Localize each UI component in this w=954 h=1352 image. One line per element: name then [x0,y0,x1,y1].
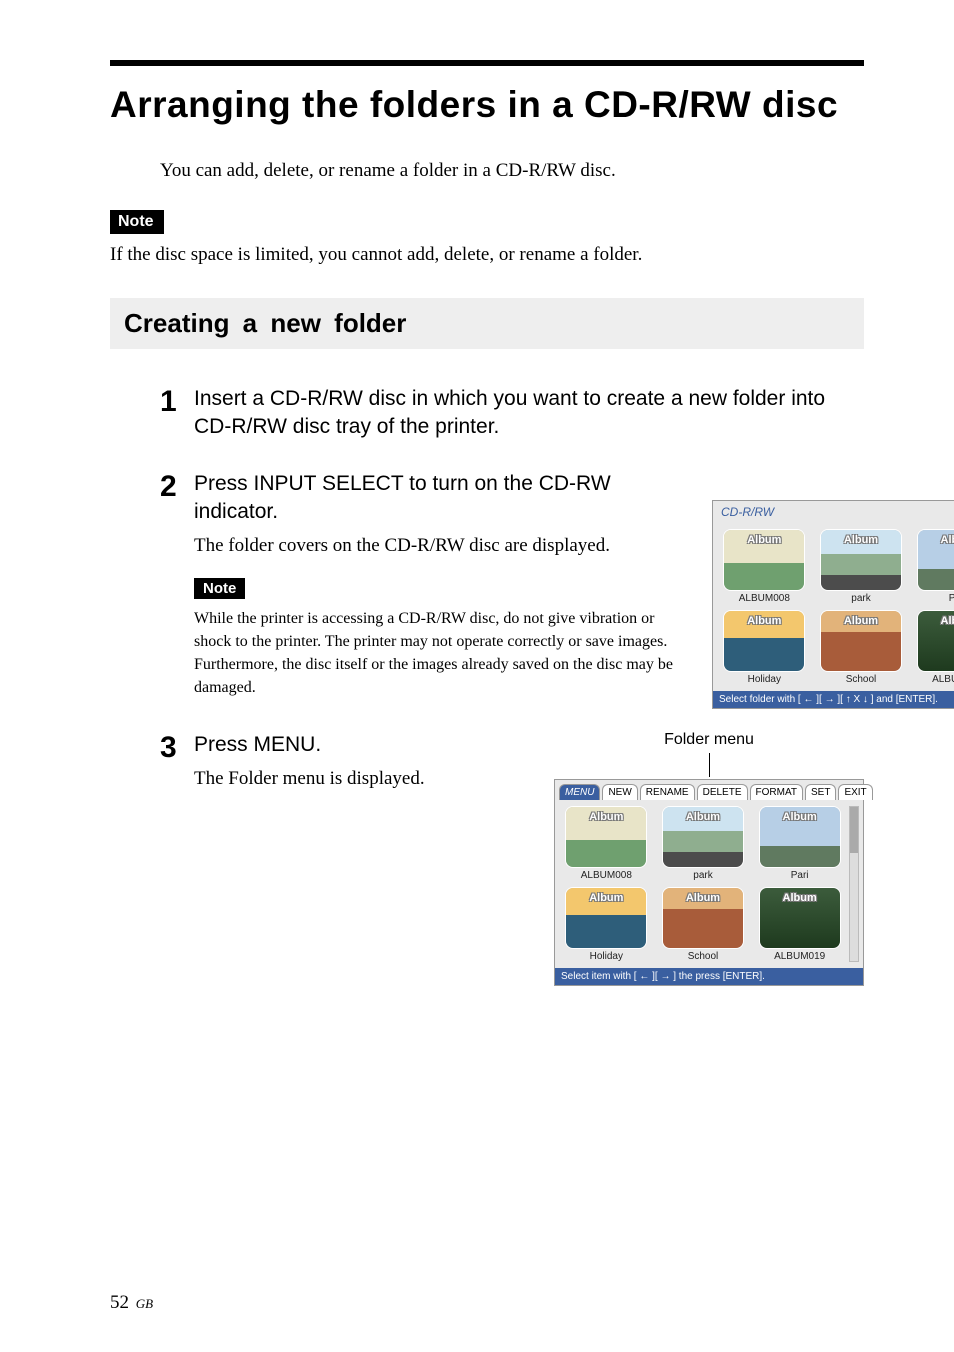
scrollbar[interactable] [849,806,859,962]
screenshot-hint: Select folder with [ ← ][ → ][ ↑ X ↓ ] a… [713,691,954,708]
folder-item[interactable]: Album Holiday [561,887,652,962]
folder-caption: School [658,949,749,962]
tab-exit[interactable]: EXIT [838,784,872,800]
folder-thumbnail: Album [662,806,744,868]
step-lead: Press MENU. [194,731,534,759]
tab-set[interactable]: SET [805,784,836,800]
section-heading: Creating a new folder [110,298,864,349]
step-body: Press INPUT SELECT to turn on the CD-RW … [194,470,954,709]
screenshot-col: CD-R/RW Album ALBUM008 Album park [712,470,954,709]
album-overlay: Album [821,615,901,627]
tab-menu[interactable]: MENU [559,784,600,800]
folder-item[interactable]: Album Pari [754,806,845,881]
folder-caption: ALBUM019 [754,949,845,962]
step-follow: The Folder menu is displayed. [194,765,534,793]
folder-menu-screenshot: MENU NEW RENAME DELETE FORMAT SET EXIT A… [554,779,864,986]
step-2: 2 Press INPUT SELECT to turn on the CD-R… [160,470,864,709]
album-overlay: Album [663,811,743,823]
folder-thumbnail: Album [917,529,954,591]
album-overlay: Album [821,534,901,546]
folder-thumbnail: Album [759,887,841,949]
folder-thumbnail: Album [917,610,954,672]
step-1: 1 Insert a CD-R/RW disc in which you wan… [160,385,864,448]
folder-item[interactable]: Album ALBUM019 [912,610,954,685]
folder-item[interactable]: Album ALBUM008 [561,806,652,881]
album-overlay: Album [760,811,840,823]
album-overlay: Album [663,892,743,904]
folder-item[interactable]: Album School [658,887,749,962]
note-label: Note [110,210,164,234]
album-overlay: Album [918,534,954,546]
page-title: Arranging the folders in a CD-R/RW disc [110,84,864,126]
step-text-col: Press MENU. The Folder menu is displayed… [194,731,534,793]
page: Arranging the folders in a CD-R/RW disc … [0,0,954,1352]
step-number: 1 [160,385,194,448]
note-text: While the printer is accessing a CD-R/RW… [194,607,694,700]
menu-tabs: MENU NEW RENAME DELETE FORMAT SET EXIT [555,780,863,800]
screenshot-col: Folder menu MENU NEW RENAME DELETE FORMA… [552,731,864,986]
folder-caption: park [658,868,749,881]
tab-rename[interactable]: RENAME [640,784,695,800]
folder-thumbnail: Album [820,610,902,672]
folder-item[interactable]: Album ALBUM008 [719,529,810,604]
folder-caption: park [816,591,907,604]
album-overlay: Album [566,811,646,823]
media-label: CD-R/RW [721,505,954,519]
page-number: 52 GB [110,1292,153,1314]
folder-caption: Holiday [561,949,652,962]
folder-thumbnail: Album [723,610,805,672]
folder-caption: ALBUM008 [561,868,652,881]
folder-caption: Holiday [719,672,810,685]
screenshot-hint: Select item with [ ← ][ → ] the press [E… [555,968,863,985]
top-rule [110,60,864,66]
step-number: 3 [160,731,194,986]
folder-item[interactable]: Album Pari [912,529,954,604]
intro-text: You can add, delete, or rename a folder … [160,160,864,182]
step-body: Press MENU. The Folder menu is displayed… [194,731,864,986]
pointer-line [554,753,864,777]
album-overlay: Album [566,892,646,904]
step-number: 2 [160,470,194,709]
folder-thumbnail: Album [565,806,647,868]
album-overlay: Album [724,534,804,546]
folder-caption: Pari [754,868,845,881]
folder-thumbnail: Album [662,887,744,949]
folder-thumbnail: Album [820,529,902,591]
folder-item[interactable]: Album ALBUM019 [754,887,845,962]
step-3: 3 Press MENU. The Folder menu is display… [160,731,864,986]
folder-item[interactable]: Album park [658,806,749,881]
step-follow: The folder covers on the CD-R/RW disc ar… [194,532,694,560]
page-lang: GB [136,1296,153,1311]
note-label: Note [194,578,245,599]
screenshot-topbar: CD-R/RW [713,501,954,523]
folder-thumbnail: Album [759,806,841,868]
step-lead: Press INPUT SELECT to turn on the CD-RW … [194,470,694,527]
folder-caption: School [816,672,907,685]
page-number-value: 52 [110,1292,129,1313]
folder-caption: Pari [912,591,954,604]
album-overlay: Album [760,892,840,904]
step-text-col: Press INPUT SELECT to turn on the CD-RW … [194,470,694,700]
folder-grid: Album ALBUM008 Album park Album Pari A [713,523,954,691]
album-overlay: Album [918,615,954,627]
step-body: Insert a CD-R/RW disc in which you want … [194,385,864,448]
folder-item[interactable]: Album park [816,529,907,604]
folder-caption: ALBUM019 [912,672,954,685]
folder-thumbnail: Album [565,887,647,949]
folder-grid: Album ALBUM008 Album park Album Pari [555,800,863,968]
album-overlay: Album [724,615,804,627]
folder-thumbnail: Album [723,529,805,591]
folder-item[interactable]: Album Holiday [719,610,810,685]
folder-caption: ALBUM008 [719,591,810,604]
step-lead: Insert a CD-R/RW disc in which you want … [194,385,864,442]
scrollbar-thumb[interactable] [850,807,858,853]
folder-list-screenshot: CD-R/RW Album ALBUM008 Album park [712,500,954,709]
tab-delete[interactable]: DELETE [697,784,748,800]
tab-new[interactable]: NEW [602,784,637,800]
folder-item[interactable]: Album School [816,610,907,685]
note-text: If the disc space is limited, you cannot… [110,244,864,266]
folder-menu-caption: Folder menu [554,731,864,749]
tab-format[interactable]: FORMAT [750,784,803,800]
